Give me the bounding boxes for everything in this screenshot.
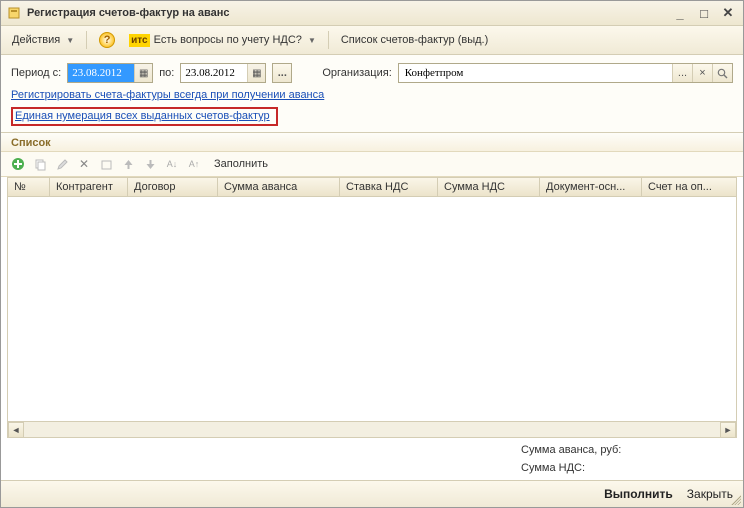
col-doc-basis[interactable]: Документ-осн...	[540, 178, 642, 196]
list-section-title: Список	[1, 133, 743, 152]
scroll-left-button[interactable]: ◄	[8, 422, 24, 438]
close-dialog-button[interactable]: Закрыть	[687, 487, 733, 501]
period-row: Период с: ▦ по: ▦ ... Организация: ... ×	[11, 63, 733, 83]
separator	[86, 31, 87, 49]
col-contractor[interactable]: Контрагент	[50, 178, 128, 196]
copy-row-button[interactable]	[31, 155, 49, 173]
organization-label: Организация:	[322, 67, 391, 79]
grid-toolbar: ✕ A↓ A↑ Заполнить	[1, 152, 743, 177]
scroll-track[interactable]	[24, 422, 720, 437]
col-num[interactable]: №	[8, 178, 50, 196]
period-to-label: по:	[159, 67, 174, 79]
grid-body[interactable]	[8, 197, 736, 421]
footer-bar: Выполнить Закрыть	[1, 480, 743, 507]
organization-input[interactable]	[399, 64, 672, 82]
help-button[interactable]: ?	[94, 29, 120, 51]
edit-row-button[interactable]	[53, 155, 71, 173]
horizontal-scrollbar[interactable]: ◄ ►	[8, 421, 736, 437]
fill-button[interactable]: Заполнить	[207, 155, 275, 173]
add-row-button[interactable]	[9, 155, 27, 173]
separator	[328, 31, 329, 49]
chevron-down-icon: ▼	[308, 36, 316, 45]
close-button[interactable]: ✕	[719, 5, 737, 21]
unified-numbering-highlight: Единая нумерация всех выданных счетов-фа…	[11, 107, 278, 126]
sort-desc-button[interactable]: A↑	[185, 155, 203, 173]
maximize-button[interactable]: □	[695, 5, 713, 21]
help-icon: ?	[99, 32, 115, 48]
chevron-down-icon: ▼	[66, 36, 74, 45]
itc-question-button[interactable]: итс Есть вопросы по учету НДС? ▼	[124, 31, 321, 50]
organization-field[interactable]: ... ×	[398, 63, 733, 83]
date-from-field[interactable]: ▦	[67, 63, 153, 83]
period-from-label: Период с:	[11, 67, 61, 79]
minimize-button[interactable]: _	[671, 5, 689, 21]
titlebar: Регистрация счетов-фактур на аванс _ □ ✕	[1, 1, 743, 26]
organization-picker-button[interactable]: ...	[672, 64, 692, 82]
period-picker-button[interactable]: ...	[272, 63, 292, 83]
invoice-list-button[interactable]: Список счетов-фактур (выд.)	[336, 31, 493, 49]
calendar-icon[interactable]: ▦	[247, 64, 265, 82]
list-grid: № Контрагент Договор Сумма аванса Ставка…	[7, 177, 737, 438]
sort-asc-button[interactable]: A↓	[163, 155, 181, 173]
date-to-field[interactable]: ▦	[180, 63, 266, 83]
itc-question-label: Есть вопросы по учету НДС?	[154, 34, 302, 46]
organization-lookup-button[interactable]	[712, 64, 732, 82]
delete-row-button[interactable]: ✕	[75, 155, 93, 173]
totals-panel: Сумма аванса, руб: Сумма НДС:	[1, 438, 743, 480]
invoice-list-label: Список счетов-фактур (выд.)	[341, 34, 488, 46]
itc-badge-icon: итс	[129, 34, 149, 47]
window-icon	[7, 6, 21, 20]
move-up-button[interactable]	[119, 155, 137, 173]
col-vat-rate[interactable]: Ставка НДС	[340, 178, 438, 196]
col-contract[interactable]: Договор	[128, 178, 218, 196]
move-down-button[interactable]	[141, 155, 159, 173]
unified-numbering-link[interactable]: Единая нумерация всех выданных счетов-фа…	[15, 110, 270, 122]
total-vat-label: Сумма НДС:	[521, 462, 651, 474]
grid-header: № Контрагент Договор Сумма аванса Ставка…	[8, 178, 736, 197]
window-title: Регистрация счетов-фактур на аванс	[27, 7, 230, 19]
main-toolbar: Действия ▼ ? итс Есть вопросы по учету Н…	[1, 26, 743, 55]
col-vat-sum[interactable]: Сумма НДС	[438, 178, 540, 196]
col-pay-account[interactable]: Счет на оп...	[642, 178, 736, 196]
calendar-icon[interactable]: ▦	[134, 64, 152, 82]
organization-clear-button[interactable]: ×	[692, 64, 712, 82]
resize-grip[interactable]	[729, 493, 741, 505]
parameters-panel: Период с: ▦ по: ▦ ... Организация: ... ×	[1, 55, 743, 133]
date-from-input[interactable]	[68, 64, 134, 82]
actions-menu[interactable]: Действия ▼	[7, 31, 79, 49]
scroll-right-button[interactable]: ►	[720, 422, 736, 438]
register-always-link[interactable]: Регистрировать счета-фактуры всегда при …	[11, 89, 324, 101]
date-to-input[interactable]	[181, 64, 247, 82]
finish-edit-button[interactable]	[97, 155, 115, 173]
total-advance-label: Сумма аванса, руб:	[521, 444, 651, 456]
col-advance-sum[interactable]: Сумма аванса	[218, 178, 340, 196]
actions-label: Действия	[12, 34, 60, 46]
execute-button[interactable]: Выполнить	[604, 487, 673, 501]
